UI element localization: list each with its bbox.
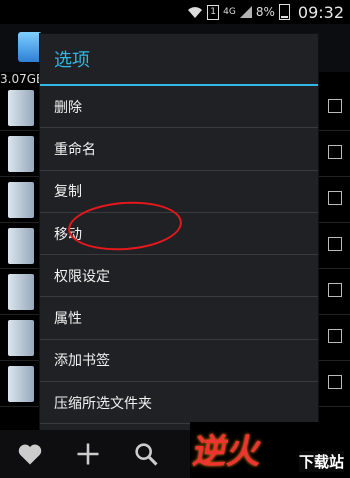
folder-icon [8, 274, 34, 310]
checkbox[interactable] [328, 283, 342, 297]
dialog-title: 选项 [40, 34, 318, 86]
menu-item-delete[interactable]: 删除 [40, 86, 318, 129]
checkbox[interactable] [328, 329, 342, 343]
checkbox[interactable] [328, 375, 342, 389]
menu-item-permissions[interactable]: 权限设定 [40, 255, 318, 298]
options-dialog: 选项 删除 重命名 复制 移动 权限设定 属性 添加书签 压缩所选文件夹 [40, 34, 318, 430]
battery-percent: 8% [255, 5, 275, 19]
folder-icon [8, 228, 34, 264]
watermark-logo: 逆火 下载站 [190, 422, 350, 478]
watermark-glyphs: 逆火 [189, 432, 265, 472]
battery-icon [278, 4, 290, 20]
signal-icon [239, 6, 252, 18]
wifi-icon [188, 6, 203, 18]
clock: 09:32 [297, 2, 344, 22]
sim-icon: 1 [207, 4, 220, 20]
folder-icon [8, 136, 34, 172]
checkbox[interactable] [328, 145, 342, 159]
checkbox[interactable] [328, 191, 342, 205]
menu-item-rename[interactable]: 重命名 [40, 128, 318, 171]
menu-item-properties[interactable]: 属性 [40, 297, 318, 340]
watermark-text: 下载站 [298, 451, 344, 472]
app-icon [18, 32, 42, 62]
status-bar: 1 4G 8% 09:32 [0, 0, 350, 24]
folder-icon [8, 320, 34, 356]
heart-icon[interactable] [16, 440, 44, 468]
menu-item-copy[interactable]: 复制 [40, 171, 318, 213]
folder-icon [8, 366, 34, 402]
plus-icon[interactable] [74, 440, 102, 468]
checkbox[interactable] [328, 237, 342, 251]
network-type: 4G [223, 7, 236, 17]
folder-icon [8, 90, 34, 126]
checkbox[interactable] [328, 99, 342, 113]
menu-item-add-bookmark[interactable]: 添加书签 [40, 340, 318, 383]
folder-icon [8, 182, 34, 218]
search-icon[interactable] [132, 440, 160, 468]
menu-item-compress-folder[interactable]: 压缩所选文件夹 [40, 382, 318, 425]
